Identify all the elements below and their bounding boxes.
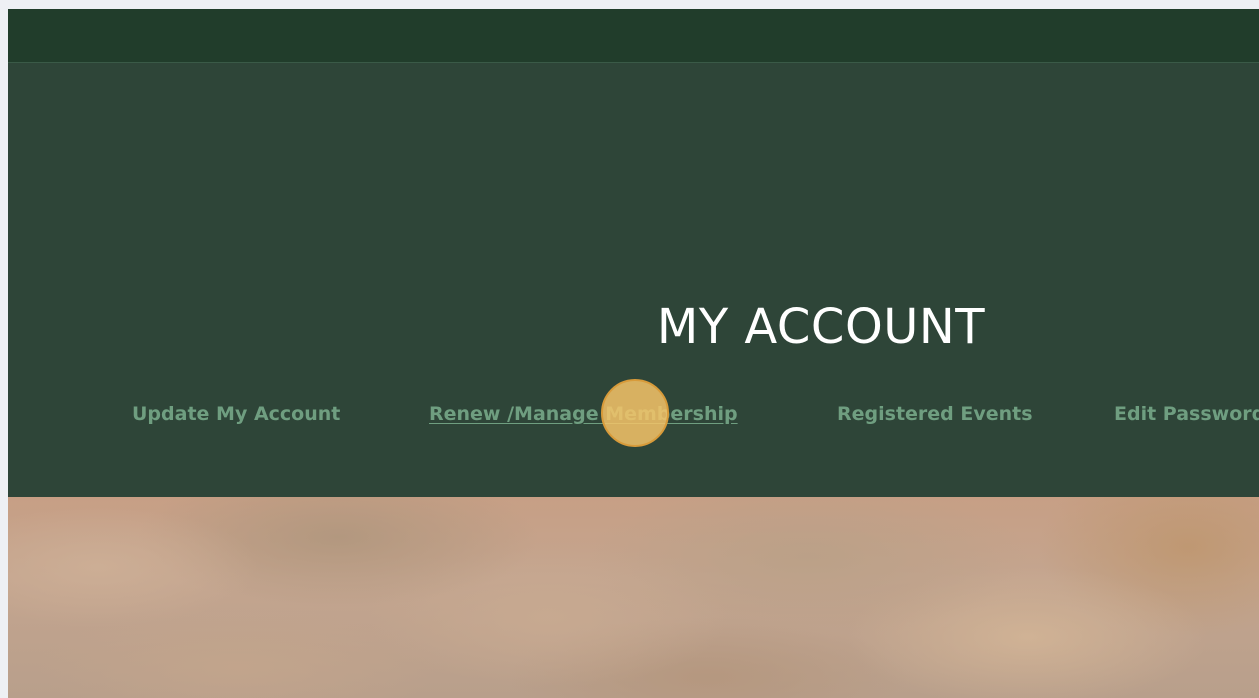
nav-link-renew-membership[interactable]: Renew /Manage Membership [429,401,738,427]
page-frame: MY ACCOUNT Update My Account Renew /Mana… [8,9,1259,698]
account-hero: MY ACCOUNT Update My Account Renew /Mana… [8,63,1259,497]
click-indicator [601,379,669,447]
nav-link-update-account[interactable]: Update My Account [132,401,340,427]
nav-link-edit-password[interactable]: Edit Password [1114,401,1259,427]
hero-background-photo [8,497,1259,698]
nav-link-registered-events[interactable]: Registered Events [837,401,1033,427]
top-bar [8,9,1259,63]
page-title: MY ACCOUNT [656,299,986,355]
